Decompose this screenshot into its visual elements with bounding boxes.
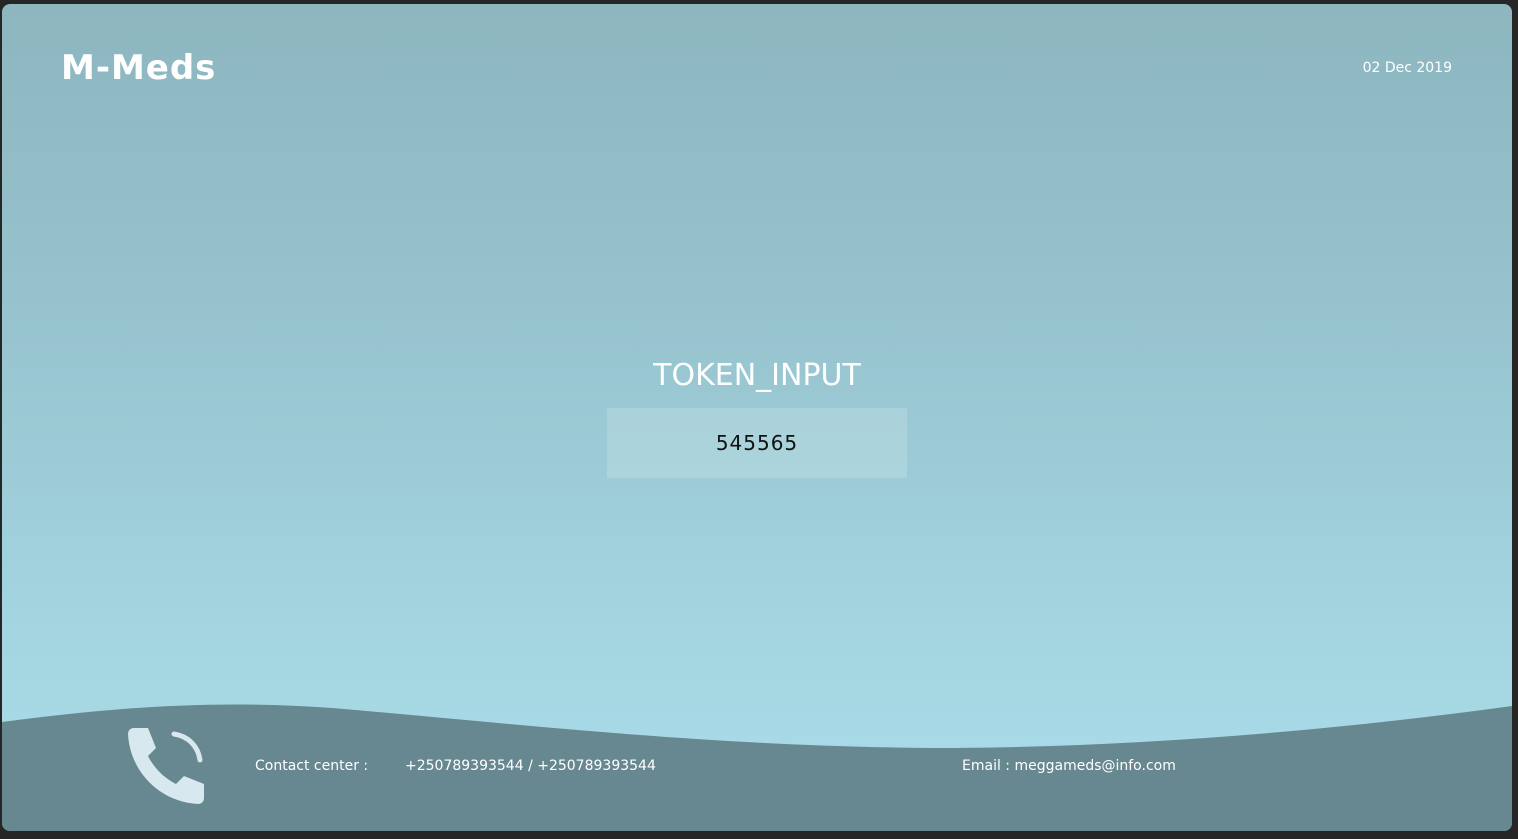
contact-center-label: Contact center : <box>255 758 369 774</box>
token-input[interactable] <box>607 408 907 478</box>
contact-phone-numbers: +250789393544 / +250789393544 <box>405 758 656 774</box>
token-title: TOKEN_INPUT <box>653 358 861 393</box>
app-logo: M-Meds <box>61 48 217 88</box>
contact-email: Email : meggameds@info.com <box>962 758 1176 774</box>
phone-icon <box>128 728 204 804</box>
footer-background <box>2 704 1512 831</box>
current-date: 02 Dec 2019 <box>1362 60 1452 76</box>
app-window: M-Meds 02 Dec 2019 TOKEN_INPUT Contact c… <box>2 4 1512 831</box>
